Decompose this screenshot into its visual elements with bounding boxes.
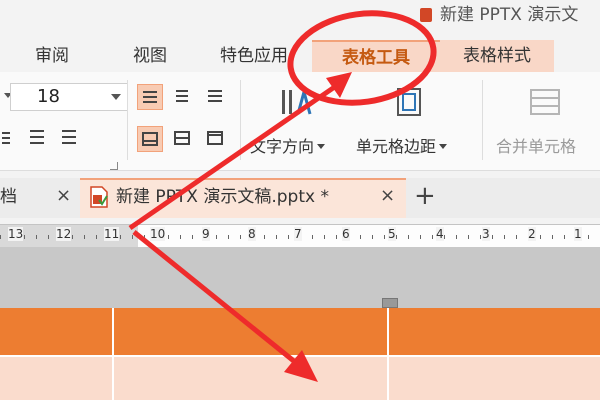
merge-cells-button[interactable]: 合并单元格 — [496, 133, 576, 157]
text-direction-label: 文字方向 — [250, 137, 315, 156]
ppt-file-icon — [90, 186, 108, 208]
document-tab-label: 新建 PPTX 演示文稿.pptx * — [116, 187, 329, 207]
font-size-select[interactable]: 18 — [10, 83, 128, 111]
align-top-icon — [207, 131, 223, 145]
align-right-button[interactable] — [203, 84, 229, 110]
align-left-icon — [143, 91, 157, 103]
paragraph-icon — [2, 132, 10, 144]
ruler-label: 7 — [294, 227, 302, 241]
font-size-value: 18 — [37, 86, 60, 107]
text-direction-icon[interactable] — [280, 86, 314, 120]
table-column-divider — [112, 308, 114, 400]
align-right-icon — [208, 90, 222, 102]
align-bottom-button[interactable] — [137, 126, 163, 152]
tab-table-tools[interactable]: 表格工具 — [312, 40, 440, 74]
cell-margin-button[interactable]: 单元格边距 — [356, 133, 448, 157]
ruler-label: 13 — [8, 227, 24, 241]
window-title: 新建 PPTX 演示文 — [420, 0, 578, 25]
title-bar: 新建 PPTX 演示文 — [0, 0, 600, 40]
ruler-label: 10 — [150, 227, 166, 241]
close-icon[interactable]: × — [380, 185, 395, 206]
tab-special-apps[interactable]: 特色应用 — [210, 40, 298, 72]
table-resize-handle[interactable] — [382, 298, 398, 308]
ppt-file-icon — [420, 8, 432, 22]
cell-margin-label: 单元格边距 — [356, 137, 437, 156]
line-spacing-icon[interactable] — [22, 128, 44, 148]
align-center-icon — [176, 90, 188, 102]
merge-cells-icon[interactable] — [528, 86, 562, 120]
ruler-label: 1 — [574, 227, 582, 241]
table-divider — [0, 355, 600, 357]
align-middle-button[interactable] — [170, 126, 196, 152]
chevron-down-icon — [317, 144, 326, 149]
align-middle-icon — [174, 131, 190, 145]
ruler-label: 9 — [202, 227, 210, 241]
ribbon-separator — [127, 80, 128, 160]
indent-icon[interactable] — [54, 128, 76, 148]
ruler-label: 5 — [388, 227, 396, 241]
table-row[interactable] — [0, 357, 600, 400]
chevron-down-icon[interactable] — [111, 94, 121, 100]
ruler-label: 12 — [56, 227, 72, 241]
ruler-label: 8 — [248, 227, 256, 241]
close-icon[interactable]: × — [56, 185, 71, 206]
ruler-label: 2 — [528, 227, 536, 241]
ruler-label: 3 — [482, 227, 490, 241]
tab-review[interactable]: 审阅 — [30, 40, 74, 72]
align-left-button[interactable] — [137, 84, 163, 110]
tab-table-style[interactable]: 表格样式 — [440, 40, 554, 72]
dialog-launcher-icon[interactable] — [110, 162, 118, 170]
table-header-row[interactable] — [0, 308, 600, 355]
new-tab-button[interactable]: + — [414, 181, 436, 211]
ruler-label: 11 — [104, 227, 120, 241]
table-column-divider — [387, 308, 389, 400]
ribbon-separator — [240, 80, 241, 160]
ruler-label: 4 — [436, 227, 444, 241]
cell-margin-icon[interactable] — [392, 86, 426, 120]
ruler-label: 6 — [342, 227, 350, 241]
document-tab-previous[interactable]: 档 — [0, 178, 22, 218]
window-title-text: 新建 PPTX 演示文 — [440, 5, 579, 25]
text-direction-button[interactable]: 文字方向 — [250, 133, 326, 157]
align-center-button[interactable] — [170, 84, 196, 110]
tab-view[interactable]: 视图 — [124, 40, 176, 72]
ribbon-separator — [482, 80, 483, 160]
align-top-button[interactable] — [203, 126, 229, 152]
chevron-down-icon — [439, 144, 448, 149]
align-bottom-icon — [142, 132, 158, 146]
